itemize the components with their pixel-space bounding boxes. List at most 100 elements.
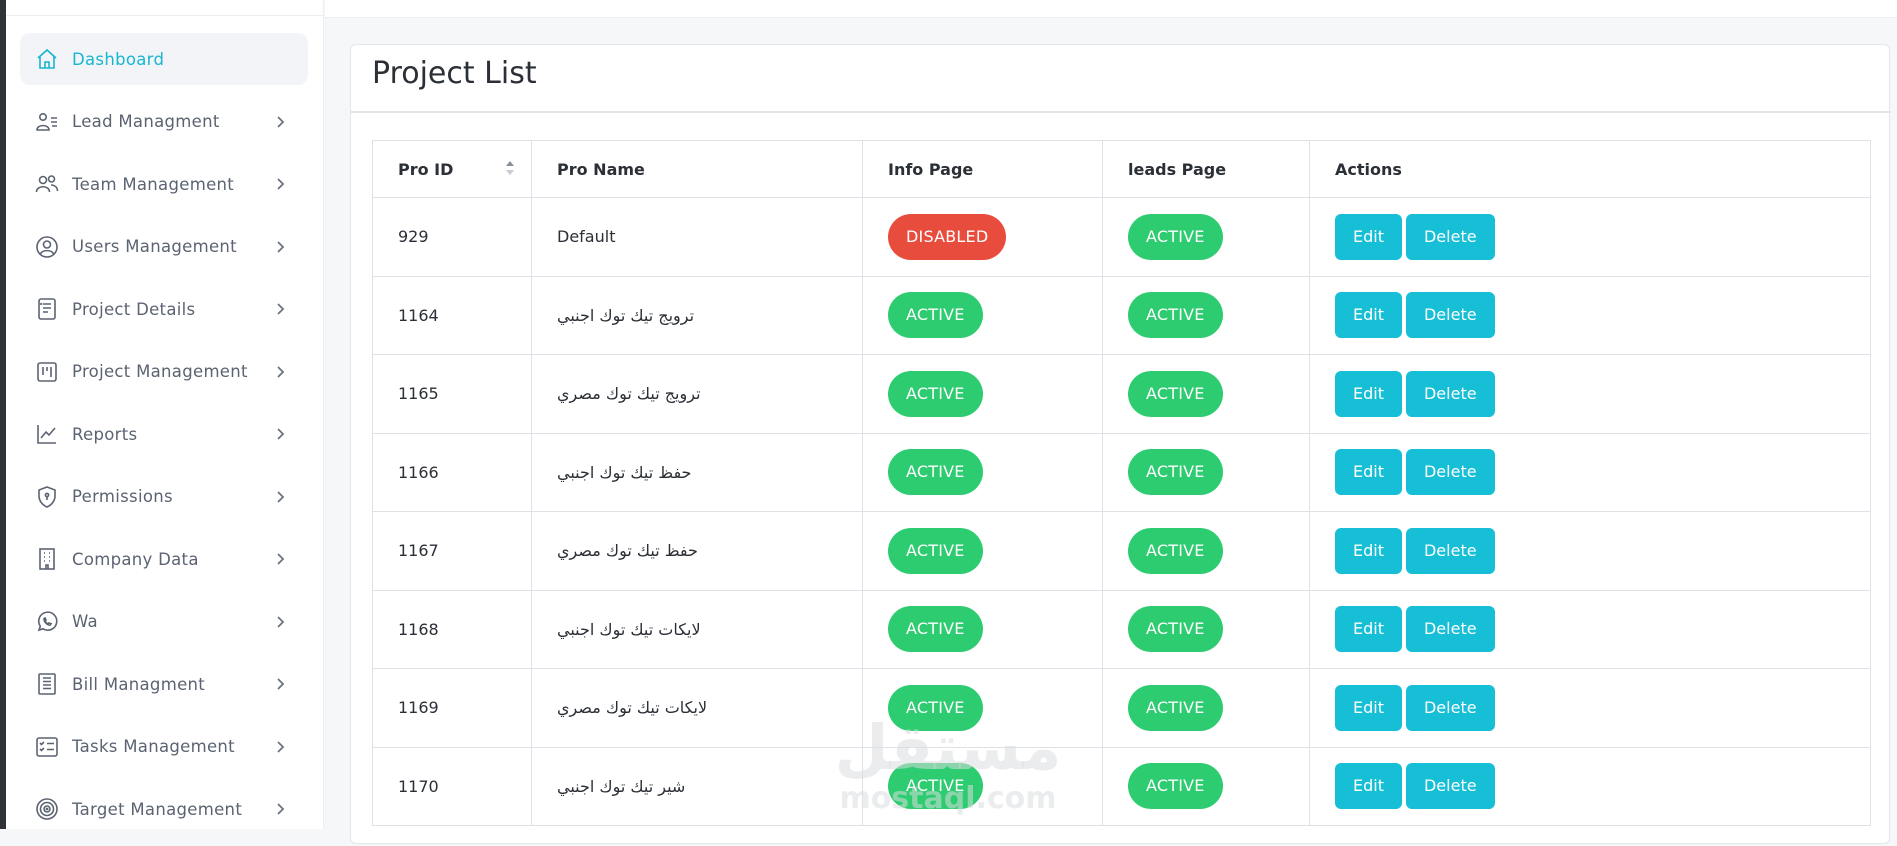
cell-actions: Edit Delete [1309,511,1871,591]
cell-leads-page: ACTIVE [1102,511,1310,591]
column-header-pro-name: Pro Name [531,140,863,198]
delete-button[interactable]: Delete [1405,684,1495,731]
chevron-right-icon [272,614,288,630]
cell-pro-name: حفظ تيك توك مصري [531,511,863,591]
home-icon [34,46,60,72]
sidebar-item-reports[interactable]: Reports [20,408,308,460]
sidebar-item-label: Project Details [72,299,196,319]
table-row: 1164 ترويج تيك توك اجنبي ACTIVE ACTIVE Edit D… [372,275,1871,355]
sidebar-item-label: Permissions [72,487,173,506]
page-title: Project List [372,56,537,91]
cell-pro-name: شير تيك توك اجنبي [531,746,863,826]
cell-actions: Edit Delete [1309,197,1871,277]
sidebar-item-target-management[interactable]: Target Management [20,783,308,835]
sidebar-item-bill-managment[interactable]: Bill Managment [20,658,308,710]
team-icon [34,171,60,197]
delete-button[interactable]: Delete [1405,449,1495,496]
info-page-status-badge[interactable]: ACTIVE [888,763,983,810]
leads-page-status-badge[interactable]: ACTIVE [1128,213,1223,260]
sidebar-item-label: Wa [72,612,98,631]
sidebar-item-company-data[interactable]: Company Data [20,533,308,585]
leads-page-status-badge[interactable]: ACTIVE [1128,370,1223,417]
checklist-icon [34,734,60,760]
cell-actions: Edit Delete [1309,589,1871,669]
chevron-right-icon [272,551,288,567]
column-header-pro-id[interactable]: Pro ID [372,140,532,198]
sidebar-item-label: Bill Managment [72,674,206,694]
delete-button[interactable]: Delete [1405,763,1495,810]
info-page-status-badge[interactable]: ACTIVE [888,370,983,417]
leads-page-status-badge[interactable]: ACTIVE [1128,292,1223,339]
sidebar-item-wa[interactable]: Wa [20,596,308,648]
chevron-right-icon [272,676,288,692]
sidebar-item-permissions[interactable]: Permissions [20,471,308,523]
chevron-right-icon [272,114,288,130]
document-list-icon [34,296,60,322]
cell-pro-id: 1165 [372,354,532,434]
sidebar-item-project-details[interactable]: Project Details [20,283,308,335]
cell-pro-name: ترويج تيك توك اجنبي [531,275,863,355]
leads-page-status-badge[interactable]: ACTIVE [1128,606,1223,653]
delete-button[interactable]: Delete [1405,606,1495,653]
edit-button[interactable]: Edit [1335,213,1402,260]
sidebar-item-project-management[interactable]: Project Management [20,346,308,398]
leads-page-status-badge[interactable]: ACTIVE [1128,684,1223,731]
info-page-status-badge[interactable]: ACTIVE [888,684,983,731]
cell-pro-name: لايكات تيك توك مصري [531,668,863,748]
leads-page-status-badge[interactable]: ACTIVE [1128,527,1223,574]
sidebar-item-dashboard[interactable]: Dashboard [20,33,308,85]
table-row: 1166 حفظ تيك توك اجنبي ACTIVE ACTIVE Edit Del… [372,432,1871,512]
info-page-status-badge[interactable]: ACTIVE [888,449,983,496]
info-page-status-badge[interactable]: ACTIVE [888,606,983,653]
chevron-right-icon [272,176,288,192]
info-page-status-badge[interactable]: DISABLED [888,213,1007,260]
cell-info-page: ACTIVE [862,746,1103,826]
table-row: 1167 حفظ تيك توك مصري ACTIVE ACTIVE Edit Dele… [372,511,1871,591]
cell-pro-id: 1170 [372,746,532,826]
sidebar-item-team-management[interactable]: Team Management [20,158,308,210]
chevron-right-icon [272,739,288,755]
edit-button[interactable]: Edit [1335,449,1402,496]
whatsapp-icon [34,609,60,635]
sidebar-item-label: Dashboard [72,49,165,69]
delete-button[interactable]: Delete [1405,292,1495,339]
cell-actions: Edit Delete [1309,746,1871,826]
lead-icon [34,109,60,135]
delete-button[interactable]: Delete [1405,370,1495,417]
sidebar-item-label: Project Management [72,362,248,381]
cell-actions: Edit Delete [1309,275,1871,355]
column-header-label: Pro ID [398,159,454,179]
sidebar-item-lead-managment[interactable]: Lead Managment [20,96,308,148]
cell-actions: Edit Delete [1309,432,1871,512]
cell-leads-page: ACTIVE [1102,589,1310,669]
sidebar-item-tasks-management[interactable]: Tasks Management [20,721,308,773]
sidebar-item-users-management[interactable]: Users Management [20,221,308,273]
edit-button[interactable]: Edit [1335,527,1402,574]
edit-button[interactable]: Edit [1335,763,1402,810]
sidebar-item-label: Target Management [72,799,243,819]
cell-pro-id: 1169 [372,668,532,748]
chevron-right-icon [272,364,288,380]
info-page-status-badge[interactable]: ACTIVE [888,527,983,574]
leads-page-status-badge[interactable]: ACTIVE [1128,449,1223,496]
edit-button[interactable]: Edit [1335,292,1402,339]
edit-button[interactable]: Edit [1335,684,1402,731]
cell-actions: Edit Delete [1309,354,1871,434]
cell-info-page: ACTIVE [862,354,1103,434]
delete-button[interactable]: Delete [1405,527,1495,574]
shield-icon [34,484,60,510]
cell-leads-page: ACTIVE [1102,275,1310,355]
cell-info-page: ACTIVE [862,432,1103,512]
edit-button[interactable]: Edit [1335,370,1402,417]
delete-button[interactable]: Delete [1405,213,1495,260]
table-row: 1168 لايكات تيك توك اجنبي ACTIVE ACTIVE Edit… [372,589,1871,669]
info-page-status-badge[interactable]: ACTIVE [888,292,983,339]
sort-icon[interactable] [505,160,515,176]
leads-page-status-badge[interactable]: ACTIVE [1128,763,1223,810]
table-header-row: Pro ID Pro Name Info Page leads Page Act… [372,140,1871,198]
cell-pro-name: حفظ تيك توك اجنبي [531,432,863,512]
edit-button[interactable]: Edit [1335,606,1402,653]
sidebar-top-divider [6,15,324,16]
sidebar-item-label: Company Data [72,549,199,569]
sidebar-item-label: Users Management [72,237,237,256]
